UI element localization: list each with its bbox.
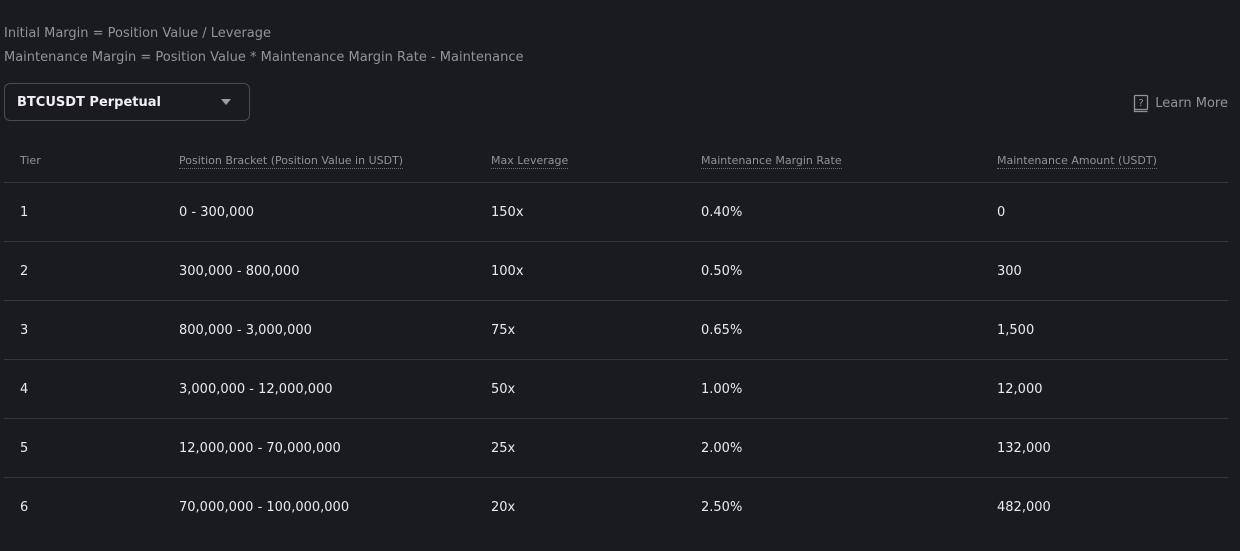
amount-cell: 300 — [997, 264, 1022, 279]
margin-tiers-page: Initial Margin = Position Value / Levera… — [0, 0, 1240, 551]
table-row: 6 70,000,000 - 100,000,000 20x 2.50% 482… — [4, 478, 1228, 537]
header-position-bracket[interactable]: Position Bracket (Position Value in USDT… — [179, 154, 404, 169]
leverage-cell: 25x — [491, 441, 516, 456]
table-row: 1 0 - 300,000 150x 0.40% 0 — [4, 183, 1228, 242]
amount-cell: 12,000 — [997, 382, 1043, 397]
leverage-cell: 150x — [491, 205, 524, 220]
mmr-cell: 0.50% — [701, 264, 743, 279]
margin-tier-table: Tier Position Bracket (Position Value in… — [4, 141, 1228, 537]
tier-cell: 2 — [20, 264, 29, 279]
tier-cell: 3 — [20, 323, 29, 338]
bracket-cell: 300,000 - 800,000 — [179, 264, 300, 279]
initial-margin-formula: Initial Margin = Position Value / Levera… — [4, 26, 272, 41]
header-max-leverage[interactable]: Max Leverage — [491, 154, 569, 169]
amount-cell: 1,500 — [997, 323, 1035, 338]
leverage-cell: 75x — [491, 323, 516, 338]
leverage-cell: 50x — [491, 382, 516, 397]
table-row: 3 800,000 - 3,000,000 75x 0.65% 1,500 — [4, 301, 1228, 360]
chevron-down-icon — [221, 99, 231, 105]
mmr-cell: 2.00% — [701, 441, 743, 456]
bracket-cell: 3,000,000 - 12,000,000 — [179, 382, 333, 397]
table-row: 4 3,000,000 - 12,000,000 50x 1.00% 12,00… — [4, 360, 1228, 419]
mmr-cell: 2.50% — [701, 500, 743, 515]
tier-cell: 6 — [20, 500, 29, 515]
tier-cell: 1 — [20, 205, 29, 220]
amount-cell: 482,000 — [997, 500, 1051, 515]
header-tier: Tier — [20, 154, 41, 167]
header-maintenance-amount[interactable]: Maintenance Amount (USDT) — [997, 154, 1157, 169]
mmr-cell: 1.00% — [701, 382, 743, 397]
mmr-cell: 0.65% — [701, 323, 743, 338]
table-header-row: Tier Position Bracket (Position Value in… — [4, 141, 1228, 183]
bracket-cell: 800,000 - 3,000,000 — [179, 323, 312, 338]
tier-cell: 4 — [20, 382, 29, 397]
leverage-cell: 100x — [491, 264, 524, 279]
amount-cell: 132,000 — [997, 441, 1051, 456]
learn-more-label: Learn More — [1155, 96, 1228, 111]
bracket-cell: 0 - 300,000 — [179, 205, 254, 220]
leverage-cell: 20x — [491, 500, 516, 515]
header-maintenance-margin-rate[interactable]: Maintenance Margin Rate — [701, 154, 842, 169]
table-row: 5 12,000,000 - 70,000,000 25x 2.00% 132,… — [4, 419, 1228, 478]
amount-cell: 0 — [997, 205, 1006, 220]
learn-more-link[interactable]: ? Learn More — [1132, 94, 1228, 113]
table-row: 2 300,000 - 800,000 100x 0.50% 300 — [4, 242, 1228, 301]
book-question-icon: ? — [1134, 94, 1149, 113]
maintenance-margin-formula: Maintenance Margin = Position Value * Ma… — [4, 50, 524, 65]
tier-cell: 5 — [20, 441, 29, 456]
contract-selector[interactable]: BTCUSDT Perpetual — [4, 83, 250, 121]
contract-selector-label: BTCUSDT Perpetual — [17, 94, 161, 110]
mmr-cell: 0.40% — [701, 205, 743, 220]
bracket-cell: 12,000,000 - 70,000,000 — [179, 441, 341, 456]
svg-text:?: ? — [1139, 98, 1144, 109]
bracket-cell: 70,000,000 - 100,000,000 — [179, 500, 350, 515]
